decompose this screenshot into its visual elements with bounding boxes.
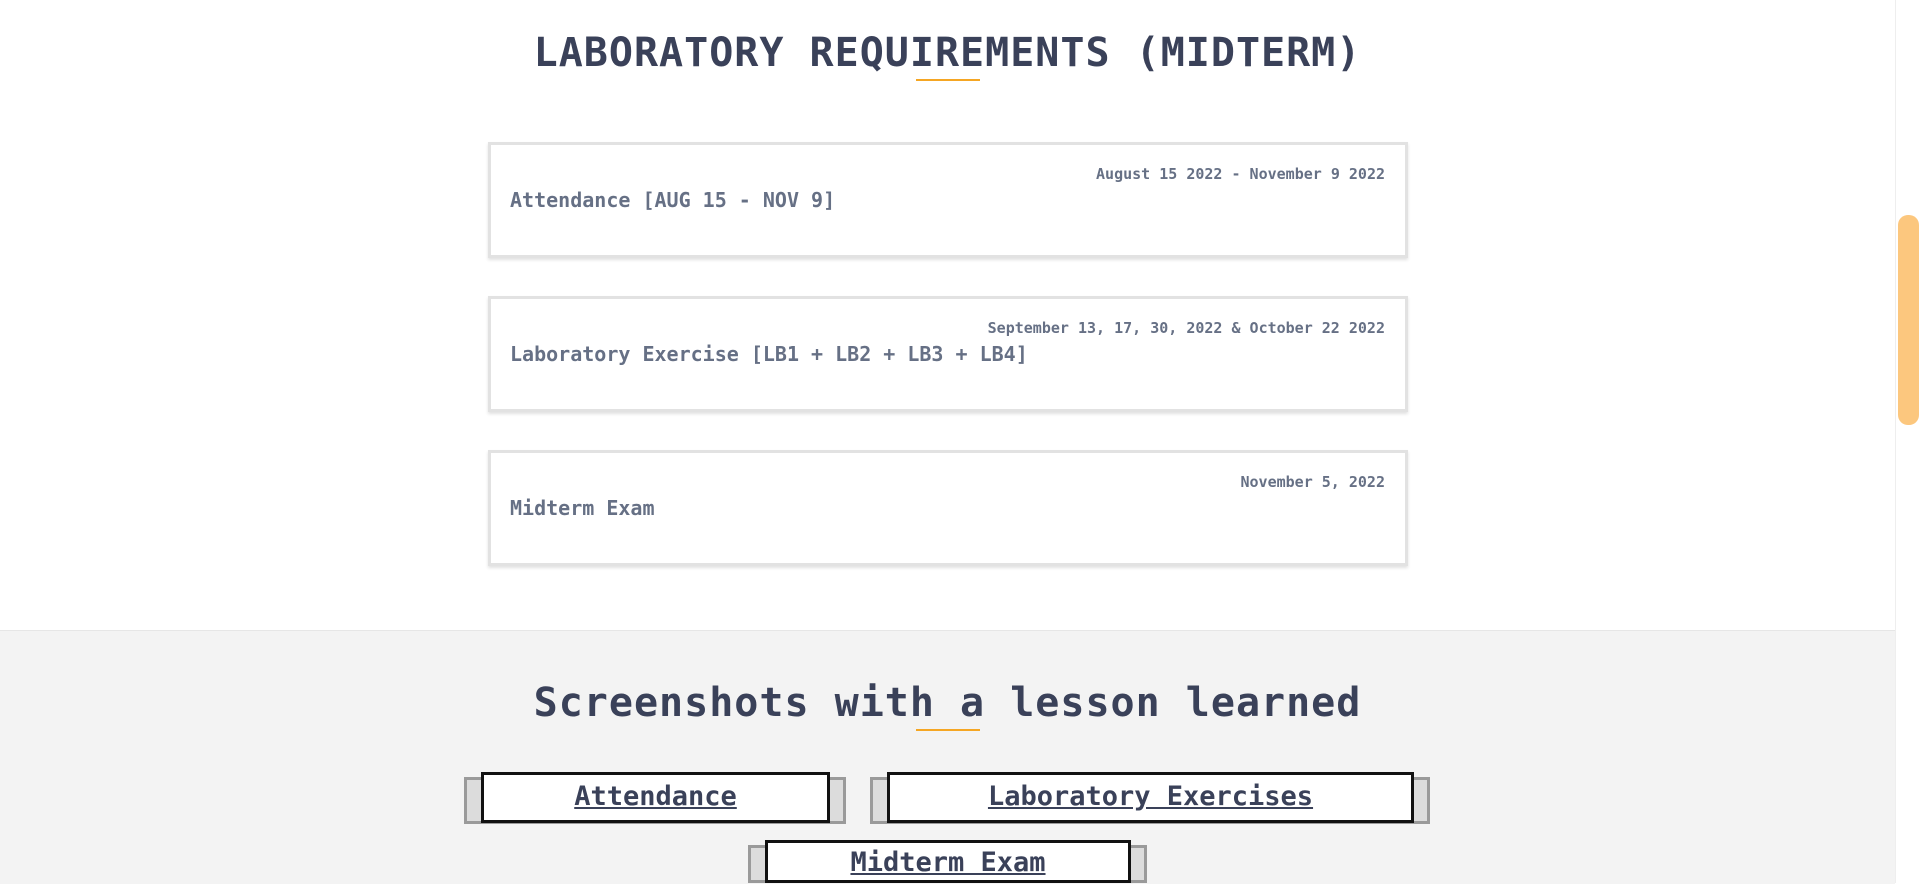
requirements-section: LABORATORY REQUIREMENTS (MIDTERM) August… xyxy=(0,0,1895,630)
vertical-scrollbar[interactable] xyxy=(1895,0,1920,883)
heading-underline xyxy=(916,729,980,731)
requirement-title: Attendance [AUG 15 - NOV 9] xyxy=(510,188,836,212)
laboratory-exercises-button[interactable]: Laboratory Exercises xyxy=(887,772,1414,823)
screenshots-heading: Screenshots with a lesson learned xyxy=(533,680,1362,726)
page: LABORATORY REQUIREMENTS (MIDTERM) August… xyxy=(0,0,1895,884)
attendance-button[interactable]: Attendance xyxy=(481,772,830,823)
midterm-exam-button[interactable]: Midterm Exam xyxy=(765,840,1131,883)
scrollbar-thumb[interactable] xyxy=(1898,215,1919,425)
requirement-date: August 15 2022 - November 9 2022 xyxy=(1096,165,1385,183)
requirement-card-attendance: August 15 2022 - November 9 2022 Attenda… xyxy=(488,142,1408,258)
requirement-card-lab-exercise: September 13, 17, 30, 2022 & October 22 … xyxy=(488,296,1408,412)
requirement-card-midterm-exam: November 5, 2022 Midterm Exam xyxy=(488,450,1408,566)
requirement-title: Laboratory Exercise [LB1 + LB2 + LB3 + L… xyxy=(510,342,1028,366)
heading-underline xyxy=(916,79,980,81)
requirement-title: Midterm Exam xyxy=(510,496,655,520)
requirement-date: November 5, 2022 xyxy=(1240,473,1386,491)
requirement-date: September 13, 17, 30, 2022 & October 22 … xyxy=(987,319,1385,337)
requirements-heading: LABORATORY REQUIREMENTS (MIDTERM) xyxy=(533,30,1362,76)
